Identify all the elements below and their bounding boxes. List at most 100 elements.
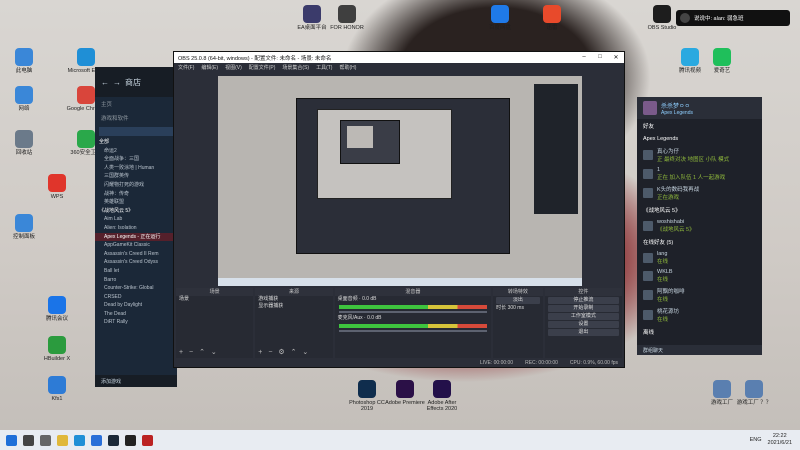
transition-select[interactable]: 淡出 [496, 297, 540, 304]
friend-row[interactable]: K头的数码我再战 正在游戏 [637, 183, 762, 203]
group2-title[interactable]: 《战地风云 5》 [637, 203, 762, 217]
taskview-icon[interactable] [40, 434, 51, 446]
steam-game-item[interactable]: 命运2 [95, 147, 177, 156]
steam-home-label[interactable]: 主页 [95, 97, 177, 111]
steam-game-item[interactable]: The Dead [95, 310, 177, 319]
desktop-icon[interactable]: 回收站 [2, 130, 46, 156]
desktop-icon[interactable]: 此电脑 [2, 48, 46, 74]
control-button[interactable]: 退出 [547, 329, 619, 336]
close-icon[interactable]: ✕ [608, 54, 624, 61]
steam-friends-panel[interactable]: 杀杀梦ㅇㅇ Apex Legends 好友 Apex Legends 真心为仔正… [637, 97, 762, 355]
steam-game-item[interactable]: Counter-Strike: Global [95, 284, 177, 293]
friends-tab[interactable]: 好友 [637, 119, 762, 133]
obs-window[interactable]: OBS 25.0.8 (64-bit, windows) - 配置文件: 未命名… [173, 51, 625, 368]
steam-game-item[interactable]: Alien: Isolation [95, 224, 177, 233]
sources-toolbar[interactable]: + − ⚙ ⌃ ⌄ [258, 348, 310, 356]
steam-game-item[interactable]: 三国群英传 [95, 172, 177, 181]
start-icon[interactable] [6, 434, 17, 446]
steam-game-item[interactable]: CRSED [95, 293, 177, 302]
steam-game-item[interactable]: 英雄联盟 [95, 198, 177, 207]
scene-item[interactable]: 场景 [176, 296, 253, 303]
steam-icon[interactable] [108, 434, 119, 446]
obs-icon[interactable] [125, 434, 136, 446]
source-item[interactable]: 显示器捕获 [255, 303, 332, 310]
menu-item[interactable]: 场景集合(S) [282, 64, 309, 71]
desktop-icon[interactable]: 爱奇艺 [700, 48, 744, 74]
group-chat-button[interactable]: 群组聊天 [637, 345, 762, 355]
menu-item[interactable]: 配置文件(P) [249, 64, 276, 71]
obs-preview[interactable] [218, 76, 582, 286]
friend-row[interactable]: 1 正在 加入队伍 1 人一起游戏 [637, 165, 762, 183]
scenes-toolbar[interactable]: + − ⌃ ⌄ [179, 348, 219, 356]
desktop-icon[interactable]: FOR HONOR [325, 5, 369, 31]
desktop-icon[interactable]: 腾讯会议 [35, 296, 79, 322]
friend-row[interactable]: 真心为仔正 最终对决 地图区 小队 模式 [637, 145, 762, 165]
explorer-icon[interactable] [57, 434, 68, 446]
desktop-icon[interactable]: Kfs1 [35, 376, 79, 402]
menu-item[interactable]: 视图(V) [225, 64, 242, 71]
back-arrow-icon[interactable]: ← [101, 78, 109, 87]
scenes-dock[interactable]: 场景 场景 + − ⌃ ⌄ [176, 288, 254, 358]
steam-game-item[interactable]: 全部 [95, 138, 177, 147]
steam-game-item[interactable]: AppGameKit Classic [95, 241, 177, 250]
clock[interactable]: 22:22 2021/6/21 [768, 433, 792, 446]
steam-game-item[interactable]: 战神：传奇 [95, 190, 177, 199]
steam-game-item[interactable]: Barro [95, 276, 177, 285]
steam-game-item[interactable]: Apex Legends - 正在运行 [95, 232, 177, 242]
menu-item[interactable]: 文件(F) [178, 64, 194, 71]
steam-game-item[interactable]: DiRT Rally [95, 318, 177, 327]
desktop-icon[interactable]: WPS [35, 174, 79, 200]
lang-indicator[interactable]: ENG [750, 437, 762, 443]
friend-row[interactable]: WKLB 在线 [637, 267, 762, 285]
controls-dock[interactable]: 控件 停止推流 开始录制 工作室模式 设置 退出 [544, 288, 622, 358]
friend-row[interactable]: woshishabi 《战地风云 5》 [637, 217, 762, 235]
steam-game-item[interactable]: 全面战争：三国 [95, 155, 177, 164]
steam-nav-title[interactable]: 商店 [125, 77, 141, 88]
control-button[interactable]: 设置 [547, 321, 619, 328]
steam-game-item[interactable]: 人类一败涂地 | Human [95, 164, 177, 173]
steam-search-input[interactable] [99, 127, 173, 136]
offline-title[interactable]: 离线 [637, 325, 762, 339]
menu-item[interactable]: 编辑(E) [201, 64, 218, 71]
system-tray[interactable]: ENG 22:22 2021/6/21 [750, 433, 800, 446]
steam-game-item[interactable]: Assassin's Creed Odyss [95, 258, 177, 267]
store-icon[interactable] [91, 434, 102, 446]
friends-profile[interactable]: 杀杀梦ㅇㅇ Apex Legends [637, 97, 762, 119]
steam-game-item[interactable]: Ball let [95, 267, 177, 276]
desktop-icon[interactable]: 网络 [2, 86, 46, 112]
steam-add-game-button[interactable]: 添加游戏 [95, 375, 177, 387]
maximize-icon[interactable]: □ [592, 54, 608, 61]
edge-icon[interactable] [74, 434, 85, 446]
control-button[interactable]: 停止推流 [547, 297, 619, 304]
source-item[interactable]: 游戏捕获 [255, 296, 332, 303]
desktop-icon[interactable]: Adobe After Effects 2020 [420, 380, 464, 413]
online-title[interactable]: 在线好友 (5) [637, 235, 762, 249]
friend-row[interactable]: 桃花源坊 在线 [637, 305, 762, 325]
control-button[interactable]: 开始录制 [547, 305, 619, 312]
friend-row[interactable]: lang 在线 [637, 249, 762, 267]
friend-row[interactable]: 阿飘的咖啡 在线 [637, 285, 762, 305]
sources-dock[interactable]: 来源 游戏捕获 显示器捕获 + − ⚙ ⌃ ⌄ [255, 288, 333, 358]
apex-icon[interactable] [142, 434, 153, 446]
steam-window[interactable]: ← → 商店 主页 游戏和软件 全部 命运2 全面战争：三国 人类一败涂地 | Hum… [95, 67, 177, 387]
steam-game-item[interactable]: Dead by Daylight [95, 301, 177, 310]
notification-toast[interactable]: 说说中: alan: 弱急班 [676, 10, 790, 26]
desktop-icon[interactable]: HBuilder X [35, 336, 79, 362]
menu-item[interactable]: 帮助(H) [339, 64, 356, 71]
desktop-icon[interactable]: 游戏工厂 ？？ [732, 380, 776, 406]
desktop-icon[interactable]: 百度网盘 [478, 5, 522, 31]
search-icon[interactable] [23, 434, 34, 446]
steam-game-item[interactable]: Assassin's Creed II Rem [95, 250, 177, 259]
mixer-dock[interactable]: 混音器 桌面音频 · 0.0 dB 麦克风/Aux · 0.0 dB [334, 288, 492, 358]
transitions-dock[interactable]: 转场特效 淡出 时长 300 ms [493, 288, 543, 358]
forward-arrow-icon[interactable]: → [113, 78, 121, 87]
control-button[interactable]: 工作室模式 [547, 313, 619, 320]
volume-slider[interactable] [338, 311, 488, 313]
desktop-icon[interactable]: 控制面板 [2, 214, 46, 240]
steam-game-item[interactable]: 闪耀物打死的游戏 [95, 181, 177, 190]
steam-game-item[interactable]: 《战地风云 5》 [95, 207, 177, 216]
desktop-icon[interactable]: 迅雷 [530, 5, 574, 31]
transition-duration[interactable]: 时长 300 ms [493, 305, 543, 312]
minimize-icon[interactable]: – [576, 54, 592, 61]
steam-game-item[interactable]: Aim Lab [95, 215, 177, 224]
